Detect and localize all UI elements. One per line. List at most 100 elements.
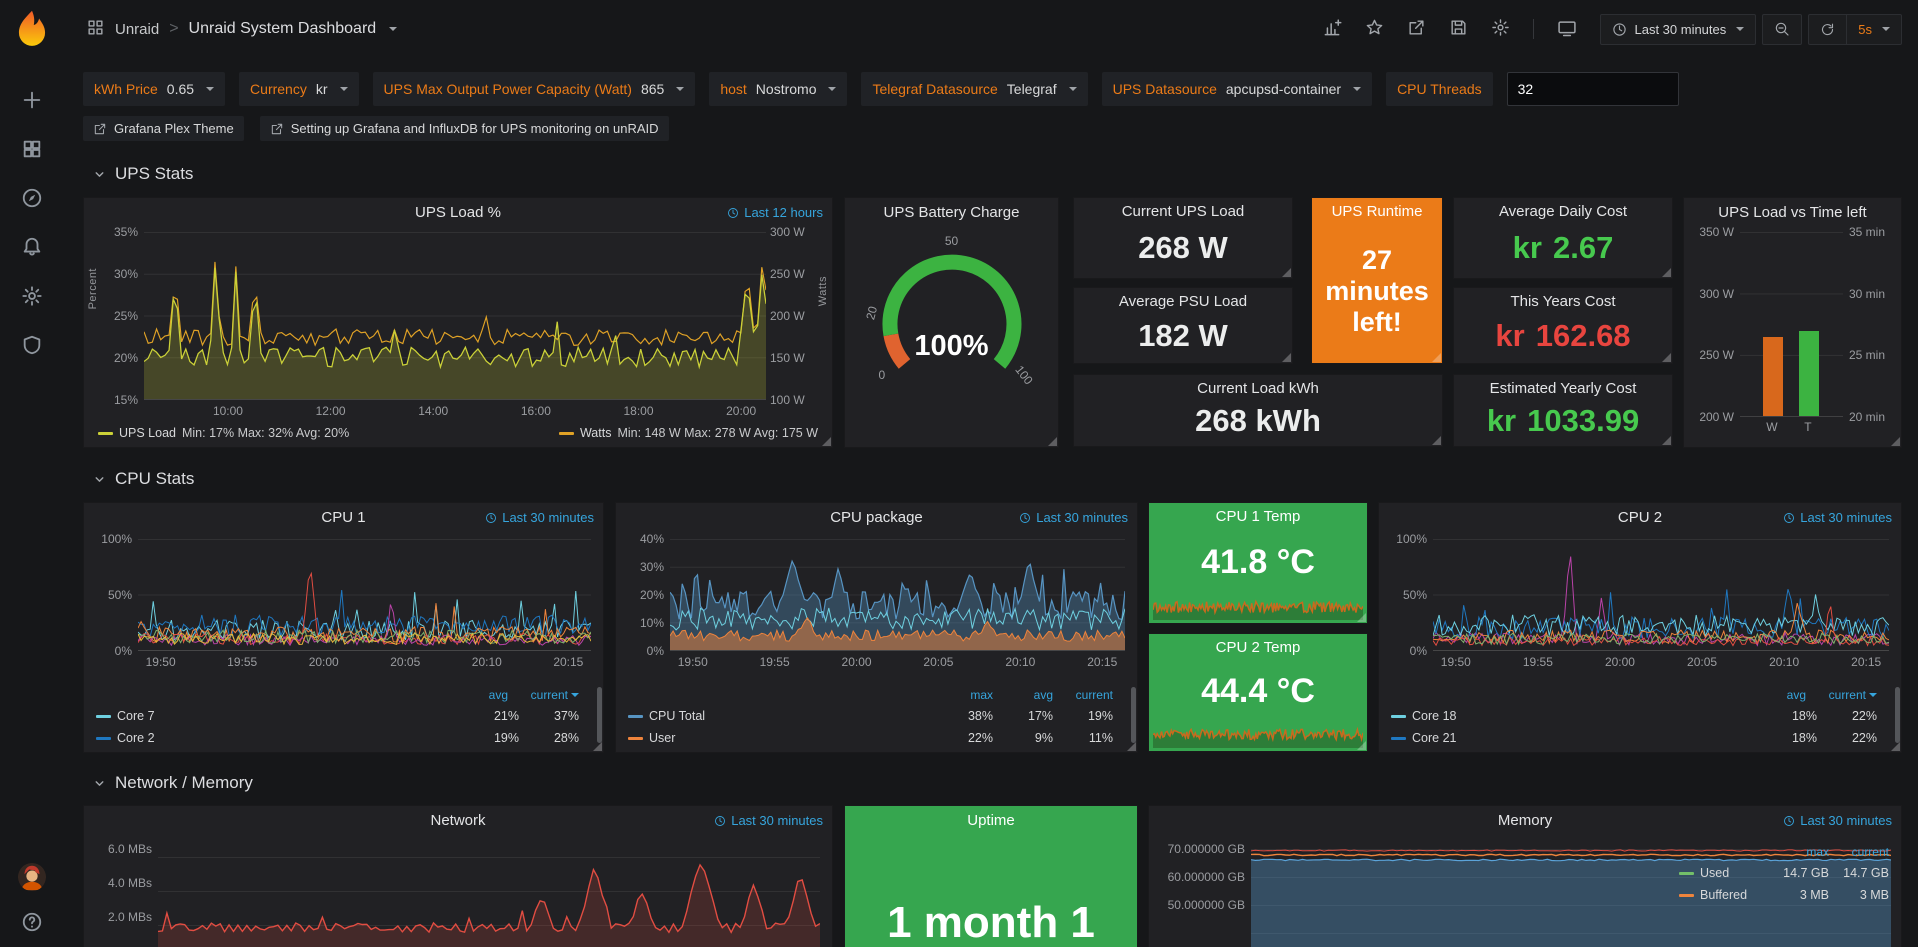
help-icon[interactable] <box>21 911 43 933</box>
user-avatar[interactable] <box>17 862 47 892</box>
settings-gear-icon[interactable] <box>1491 18 1510 40</box>
panel-timeframe[interactable]: Last 12 hours <box>727 205 823 220</box>
variable-telegraf-datasource[interactable]: Telegraf Datasource Telegraf <box>861 72 1087 106</box>
bar-time-left[interactable] <box>1799 331 1819 416</box>
row-header-network-memory[interactable]: Network / Memory <box>83 773 1902 793</box>
legend-col-header[interactable]: current <box>508 688 568 702</box>
legend-row[interactable]: Core 18 18% 22% <box>1391 705 1877 727</box>
row-header-ups-stats[interactable]: UPS Stats <box>83 164 1902 184</box>
variable-kwh-price[interactable]: kWh Price 0.65 <box>83 72 225 106</box>
configuration-gear-icon[interactable] <box>21 285 43 307</box>
panel-resize-handle[interactable] <box>1432 436 1441 445</box>
legend-row[interactable]: Core 7 21% 37% <box>96 705 579 727</box>
legend-col-header[interactable]: avg <box>1746 688 1806 702</box>
legend-col-header[interactable]: current <box>1053 688 1113 702</box>
panel-title[interactable]: CPU 2 <box>1618 509 1662 526</box>
panel-title[interactable]: UPS Load % <box>415 204 501 221</box>
save-icon[interactable] <box>1449 18 1468 40</box>
bar-watts[interactable] <box>1763 337 1783 416</box>
panel-resize-handle[interactable] <box>1662 268 1671 277</box>
variable-host[interactable]: host Nostromo <box>709 72 847 106</box>
panel-resize-handle[interactable] <box>1282 268 1291 277</box>
legend-row[interactable]: CPU Total 38% 17% 19% <box>628 705 1113 727</box>
panel-timeframe[interactable]: Last 30 minutes <box>1019 510 1128 525</box>
panel-resize-handle[interactable] <box>1662 436 1671 445</box>
panel-timeframe[interactable]: Last 30 minutes <box>1783 510 1892 525</box>
panel-resize-handle[interactable] <box>1432 353 1441 362</box>
breadcrumb-app[interactable]: Unraid <box>115 21 159 38</box>
legend-item[interactable]: UPS Load Min: 17% Max: 32% Avg: 20% <box>98 426 349 440</box>
panel-resize-handle[interactable] <box>593 742 602 751</box>
panel-title[interactable]: Network <box>430 812 485 829</box>
panel-title[interactable]: Average PSU Load <box>1119 293 1247 310</box>
panel-title[interactable]: Current Load kWh <box>1197 380 1319 397</box>
cpu1-chart[interactable] <box>138 539 591 651</box>
panel-title[interactable]: This Years Cost <box>1510 293 1615 310</box>
legend-col-header[interactable]: max <box>1769 845 1829 859</box>
panel-title[interactable]: UPS Battery Charge <box>884 204 1020 221</box>
panel-resize-handle[interactable] <box>1282 353 1291 362</box>
panel-title[interactable]: Average Daily Cost <box>1499 203 1627 220</box>
legend-row[interactable]: User 22% 9% 11% <box>628 727 1113 749</box>
panel-title[interactable]: Uptime <box>967 812 1015 829</box>
panel-resize-handle[interactable] <box>822 437 831 446</box>
legend-col-header[interactable]: current <box>1829 845 1889 859</box>
panel-resize-handle[interactable] <box>1662 353 1671 362</box>
link-grafana-plex-theme[interactable]: Grafana Plex Theme <box>83 116 244 141</box>
load-vs-time-chart[interactable] <box>1740 232 1843 417</box>
star-icon[interactable] <box>1365 18 1384 40</box>
cpu2-chart[interactable] <box>1433 539 1889 651</box>
legend-row[interactable]: Used 14.7 GB 14.7 GB <box>1679 862 1889 884</box>
tv-mode-icon[interactable] <box>1557 18 1577 41</box>
cpu-package-chart[interactable] <box>670 539 1125 651</box>
alerting-bell-icon[interactable] <box>21 236 43 258</box>
variable-ups-max-output[interactable]: UPS Max Output Power Capacity (Watt) 865 <box>373 72 696 106</box>
panel-timeframe[interactable]: Last 30 minutes <box>485 510 594 525</box>
legend-scrollbar[interactable] <box>1895 687 1900 743</box>
dashboards-icon[interactable] <box>21 138 43 160</box>
panel-title[interactable]: Estimated Yearly Cost <box>1490 380 1637 397</box>
panel-timeframe[interactable]: Last 30 minutes <box>714 813 823 828</box>
zoom-out-button[interactable] <box>1763 15 1801 44</box>
share-icon[interactable] <box>1407 18 1426 40</box>
variable-currency[interactable]: Currency kr <box>239 72 358 106</box>
legend-col-header[interactable]: avg <box>448 688 508 702</box>
legend-row[interactable]: Core 2 19% 28% <box>96 727 579 749</box>
ups-load-chart[interactable] <box>144 232 766 400</box>
panel-resize-handle[interactable] <box>1048 437 1057 446</box>
panel-resize-handle[interactable] <box>1891 437 1900 446</box>
legend-col-header[interactable]: max <box>933 688 993 702</box>
panel-resize-handle[interactable] <box>1357 613 1366 622</box>
explore-compass-icon[interactable] <box>21 187 43 209</box>
panel-title[interactable]: UPS Load vs Time left <box>1718 204 1866 221</box>
legend-item[interactable]: Watts Min: 148 W Max: 278 W Avg: 175 W <box>559 426 818 440</box>
panel-title[interactable]: UPS Runtime <box>1332 203 1423 220</box>
legend-col-header[interactable]: current <box>1806 688 1866 702</box>
refresh-button[interactable] <box>1809 15 1846 44</box>
time-picker-button[interactable]: Last 30 minutes <box>1601 15 1755 44</box>
server-admin-shield-icon[interactable] <box>21 334 43 356</box>
panel-resize-handle[interactable] <box>1127 742 1136 751</box>
caret-down-icon[interactable] <box>389 27 397 31</box>
grafana-logo-icon[interactable] <box>13 9 51 47</box>
legend-col-header[interactable]: avg <box>993 688 1053 702</box>
panel-title[interactable]: CPU 1 <box>321 509 365 526</box>
panel-title[interactable]: CPU 2 Temp <box>1216 639 1301 656</box>
dashboard-title[interactable]: Unraid System Dashboard <box>189 20 377 38</box>
cpu-threads-input[interactable] <box>1507 72 1679 106</box>
row-header-cpu-stats[interactable]: CPU Stats <box>83 469 1902 489</box>
legend-scrollbar[interactable] <box>1131 687 1136 743</box>
refresh-interval-button[interactable]: 5s <box>1846 15 1901 44</box>
panel-timeframe[interactable]: Last 30 minutes <box>1783 813 1892 828</box>
legend-scrollbar[interactable] <box>597 687 602 743</box>
link-ups-monitoring-guide[interactable]: Setting up Grafana and InfluxDB for UPS … <box>260 116 669 141</box>
legend-row[interactable]: Buffered 3 MB 3 MB <box>1679 884 1889 906</box>
network-chart[interactable] <box>158 840 820 947</box>
panel-title[interactable]: CPU package <box>830 509 923 526</box>
create-plus-icon[interactable] <box>21 89 43 111</box>
variable-ups-datasource[interactable]: UPS Datasource apcupsd-container <box>1102 72 1372 106</box>
add-panel-icon[interactable] <box>1322 18 1342 41</box>
panel-title[interactable]: Current UPS Load <box>1122 203 1245 220</box>
panel-title[interactable]: Memory <box>1498 812 1552 829</box>
panel-resize-handle[interactable] <box>1357 741 1366 750</box>
